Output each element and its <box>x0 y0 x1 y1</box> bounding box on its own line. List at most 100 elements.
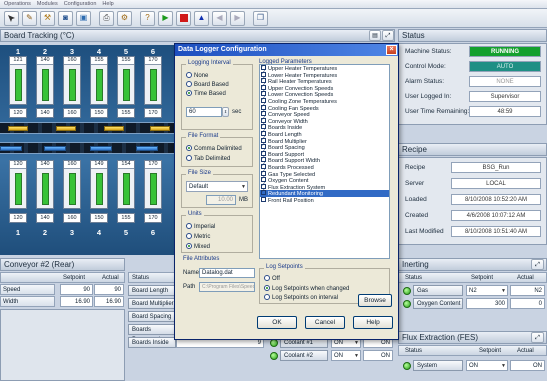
ok-button[interactable]: OK <box>257 316 297 329</box>
radio-time-based[interactable]: Time Based <box>186 90 226 97</box>
boards-processed-button[interactable]: Boards Processed <box>128 324 176 343</box>
setpoint-value[interactable]: 16.90 <box>60 296 93 307</box>
setpoint-value[interactable]: 90 <box>60 284 93 295</box>
radio-imperial[interactable]: Imperial <box>186 223 215 230</box>
checkbox-icon[interactable] <box>261 196 266 202</box>
parameter-item[interactable]: Board Spacing <box>260 142 389 151</box>
alarm-status-value: NONE <box>469 76 541 87</box>
panel-expand-icon[interactable]: ⤢ <box>382 30 394 41</box>
radio-board-based[interactable]: Board Based <box>186 81 229 88</box>
parameter-item[interactable]: Lower Heater Temperatures <box>260 70 389 79</box>
checkbox-icon[interactable] <box>261 188 266 196</box>
triangle-icon[interactable]: ▲ <box>194 10 209 26</box>
wrench-icon[interactable]: ✎ <box>22 10 37 26</box>
gas-button[interactable]: Gas <box>413 285 463 296</box>
flux-expand-icon[interactable]: ⤢ <box>531 332 544 343</box>
nav-right-icon[interactable]: ▶ <box>230 10 245 26</box>
interval-spinner-icon[interactable]: ⇕ <box>222 107 229 117</box>
help-icon[interactable]: ? <box>140 10 155 26</box>
menu-operations[interactable]: Operations <box>4 0 31 8</box>
parameter-item[interactable]: Flux Extraction System <box>260 182 389 191</box>
parameter-item[interactable]: Upper Convection Speeds <box>260 83 389 92</box>
radio-log-when-changed[interactable]: Log Setpoints when changed <box>264 285 349 292</box>
file-name-input[interactable]: Datalog.dat <box>199 268 255 278</box>
lower-heater-zone-6[interactable]: 170 <box>144 160 162 209</box>
oxygen-button[interactable]: Oxygen Content <box>413 298 463 309</box>
parameter-item[interactable]: Boards Processed <box>260 162 389 171</box>
board-multiplier-button[interactable]: Board Multiplier <box>128 298 176 309</box>
file-size-input[interactable]: 10.00 <box>206 195 236 205</box>
parameter-item[interactable]: Gas Type Selected <box>260 169 389 178</box>
browse-button[interactable]: Browse <box>358 294 392 307</box>
flux-select[interactable]: ON <box>466 360 508 371</box>
coolant2-select[interactable]: ON <box>331 350 361 361</box>
radio-tab-delimited[interactable]: Tab Delimited <box>186 155 230 162</box>
conveyor-row-width[interactable]: Width 16.90 16.90 <box>0 296 125 307</box>
parameter-item[interactable]: Boards Inside <box>260 122 389 131</box>
logged-parameters-list[interactable]: Upper Heater TemperaturesLower Heater Te… <box>259 64 390 259</box>
lower-heater-zone-3[interactable]: 160 <box>63 160 81 209</box>
parameter-item[interactable]: Rail Heater Temperatures <box>260 76 389 85</box>
lower-heater-zone-5[interactable]: 154 <box>117 160 135 209</box>
parameter-item[interactable]: Cooling Zone Temperatures <box>260 96 389 105</box>
radio-log-off[interactable]: Off <box>264 275 280 282</box>
cancel-button[interactable]: Cancel <box>305 316 345 329</box>
radio-none[interactable]: None <box>186 72 208 79</box>
stop-icon[interactable] <box>176 10 191 26</box>
file-size-select[interactable]: Default <box>186 181 248 192</box>
boards-inside-button[interactable]: Boards Inside <box>128 337 176 348</box>
lower-heater-zone-1[interactable]: 120 <box>9 160 27 209</box>
upper-heater-zone-3[interactable]: 160 <box>63 56 81 105</box>
panel-menu-icon[interactable]: ▤ <box>369 30 381 41</box>
help-button[interactable]: Help <box>353 316 393 329</box>
board-spacing-button[interactable]: Board Spacing <box>128 311 176 322</box>
parameter-item[interactable]: Cooling Fan Speeds <box>260 103 389 112</box>
file-size-unit: MB <box>239 197 248 203</box>
upper-heater-zone-4[interactable]: 155 <box>90 56 108 105</box>
radio-metric[interactable]: Metric <box>186 233 210 240</box>
coolant2-button[interactable]: Coolant #2 <box>280 350 328 361</box>
file-path-input[interactable]: C:\Program Files\Speedline\Reflow\Logs\D… <box>199 282 255 292</box>
gas-select[interactable]: N2 <box>466 285 508 296</box>
parameter-item[interactable]: Front Rail Position <box>260 196 389 204</box>
upper-heater-zone-5[interactable]: 155 <box>117 56 135 105</box>
upper-heater-zone-6[interactable]: 170 <box>144 56 162 105</box>
radio-comma-delimited[interactable]: Comma Delimited <box>186 145 242 152</box>
parameter-item[interactable]: Board Support <box>260 149 389 158</box>
menu-modules[interactable]: Modules <box>37 0 58 8</box>
parameter-item[interactable]: Conveyor Width <box>260 116 389 125</box>
parameter-item[interactable]: Lower Convection Speeds <box>260 89 389 98</box>
oxygen-setpoint[interactable]: 300 <box>466 298 508 309</box>
flux-system-button[interactable]: System <box>413 360 463 371</box>
upper-heater-zone-2[interactable]: 140 <box>36 56 54 105</box>
window-icon[interactable]: ❐ <box>253 10 268 26</box>
lower-heater-zone-2[interactable]: 140 <box>36 160 54 209</box>
conveyor-row-speed[interactable]: Speed 90 90 <box>0 284 125 295</box>
dialog-titlebar: Data Logger Configuration × <box>175 44 398 56</box>
camera-icon[interactable]: ◙ <box>58 10 73 26</box>
parameter-item[interactable]: Redundant Monitoring <box>260 188 389 197</box>
close-icon[interactable]: × <box>386 45 397 55</box>
screen-icon[interactable]: ▣ <box>76 10 91 26</box>
board-length-button[interactable]: Board Length <box>128 285 176 296</box>
menu-configuration[interactable]: Configuration <box>64 0 97 8</box>
tool-icon[interactable]: ⚒ <box>40 10 55 26</box>
parameter-item[interactable]: Upper Heater Temperatures <box>260 65 389 72</box>
parameter-item[interactable]: Conveyor Speed <box>260 109 389 118</box>
parameter-item[interactable]: Board Length <box>260 129 389 138</box>
lower-heater-zone-4[interactable]: 149 <box>90 160 108 209</box>
parameter-item[interactable]: Board Support Width <box>260 155 389 164</box>
interval-input[interactable]: 60 <box>186 107 222 117</box>
parameter-item[interactable]: Board Multiplier <box>260 136 389 145</box>
gear-icon[interactable]: ⚙ <box>117 10 132 26</box>
parameter-item[interactable]: Oxygen Content <box>260 175 389 184</box>
inerting-expand-icon[interactable]: ⤢ <box>531 259 544 270</box>
play-icon[interactable]: ▶ <box>158 10 173 26</box>
radio-mixed[interactable]: Mixed <box>186 243 210 250</box>
printer-icon[interactable]: ⎙ <box>99 10 114 26</box>
menu-help[interactable]: Help <box>102 0 113 8</box>
arrow-icon[interactable] <box>4 10 19 26</box>
nav-left-icon[interactable]: ◀ <box>212 10 227 26</box>
upper-heater-zone-1[interactable]: 121 <box>9 56 27 105</box>
radio-log-on-interval[interactable]: Log Setpoints on interval <box>264 294 338 301</box>
